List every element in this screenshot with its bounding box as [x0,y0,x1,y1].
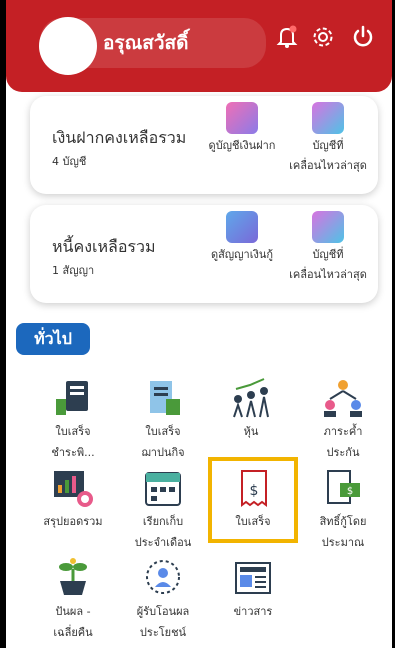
people-network-icon [322,377,364,419]
recent-loan-label-1: บัญชีที่ [312,248,344,261]
wallet-icon [226,102,258,134]
menu-label: เฉลี่ยคืน [53,626,93,639]
menu-shares[interactable]: หุ้น [206,377,296,442]
recent-label-1: บัญชีที่ [312,139,344,152]
calendar-icon [142,467,184,509]
money-document-icon: $ [322,467,364,509]
stocks-people-icon [230,377,272,419]
menu-label: ประจำเดือน [134,536,192,549]
menu-label: สรุปยอดรวม [43,515,103,528]
greeting-text: อรุณสวัสดิ์ [103,32,189,54]
view-loan-label: ดูสัญญาเงินกู้ [210,248,274,261]
building-receipt-icon [142,377,184,419]
view-loan-contracts-button[interactable]: ดูสัญญาเงินกู้ [198,211,286,265]
menu-guarantee[interactable]: ภาระค้ำ ประกัน [298,377,388,463]
dashboard-chart-icon [52,467,94,509]
menu-label: ประโยชน์ [139,626,187,639]
menu-summary[interactable]: สรุปยอดรวม [28,467,118,532]
deposit-summary-card[interactable]: เงินฝากคงเหลือรวม 4 บัญชี ดูบัญชีเงินฝาก… [30,96,378,194]
plant-coin-icon [52,557,94,599]
menu-label: ฌาปนกิจ [141,446,185,459]
menu-label: ใบเสร็จ [55,425,91,438]
app-screen: อรุณสวัสดิ์ เงินฝากคงเหลือรวม 4 บัญชี ดู… [6,0,392,648]
header-bar: อรุณสวัสดิ์ [6,0,392,92]
phone-chart-icon [312,211,344,243]
menu-label: หุ้น [243,425,259,438]
recent-deposit-accounts-button[interactable]: บัญชีที่ เคลื่อนไหวล่าสุด [278,102,378,176]
menu-label: ข่าวสาร [233,605,273,618]
menu-loan-rights[interactable]: $ สิทธิ์กู้โดย ประมาณ [298,467,388,553]
highlight-box [208,457,298,543]
menu-label: สิทธิ์กู้โดย [319,515,367,528]
menu-label: ใบเสร็จ [145,425,181,438]
loan-count: 1 สัญญา [52,264,95,277]
deposit-title: เงินฝากคงเหลือรวม [52,128,187,147]
menu-receipt-payment[interactable]: ใบเสร็จ ชำระพิ... [28,377,118,463]
recent-label-2: เคลื่อนไหวล่าสุด [289,159,367,172]
settings-icon[interactable] [310,24,336,50]
menu-beneficiary[interactable]: ผู้รับโอนผล ประโยชน์ [118,557,208,643]
deposit-count: 4 บัญชี [52,155,87,168]
avatar[interactable] [39,17,97,75]
phone-chart-icon [312,102,344,134]
menu-monthly-billing[interactable]: เรียกเก็บ ประจำเดือน [118,467,208,553]
view-deposit-label: ดูบัญชีเงินฝาก [208,139,276,152]
bell-icon[interactable] [274,24,300,50]
menu-receipt-funeral[interactable]: ใบเสร็จ ฌาปนกิจ [118,377,208,463]
power-icon[interactable] [350,24,376,50]
beneficiary-icon [142,557,184,599]
view-deposit-accounts-button[interactable]: ดูบัญชีเงินฝาก [198,102,286,156]
recent-loan-accounts-button[interactable]: บัญชีที่ เคลื่อนไหวล่าสุด [278,211,378,285]
menu-label: ประมาณ [321,536,365,549]
menu-label: เรียกเก็บ [142,515,184,528]
section-general-label: ทั่วไป [16,323,90,355]
newspaper-icon [232,557,274,599]
menu-news[interactable]: ข่าวสาร [208,557,298,622]
recent-loan-label-2: เคลื่อนไหวล่าสุด [289,268,367,281]
svg-text:$: $ [347,486,353,497]
loan-summary-card[interactable]: หนี้คงเหลือรวม 1 สัญญา ดูสัญญาเงินกู้ บั… [30,205,378,303]
menu-label: ประกัน [326,446,360,459]
menu-label: ภาระค้ำ [323,425,363,438]
menu-dividend[interactable]: ปันผล - เฉลี่ยคืน [28,557,118,643]
flowchart-icon [226,211,258,243]
menu-label: ปันผล - [55,605,91,618]
loan-title: หนี้คงเหลือรวม [52,237,156,256]
menu-label: ผู้รับโอนผล [136,605,190,618]
menu-label: ชำระพิ... [51,446,95,459]
receipt-hand-icon [52,377,94,419]
